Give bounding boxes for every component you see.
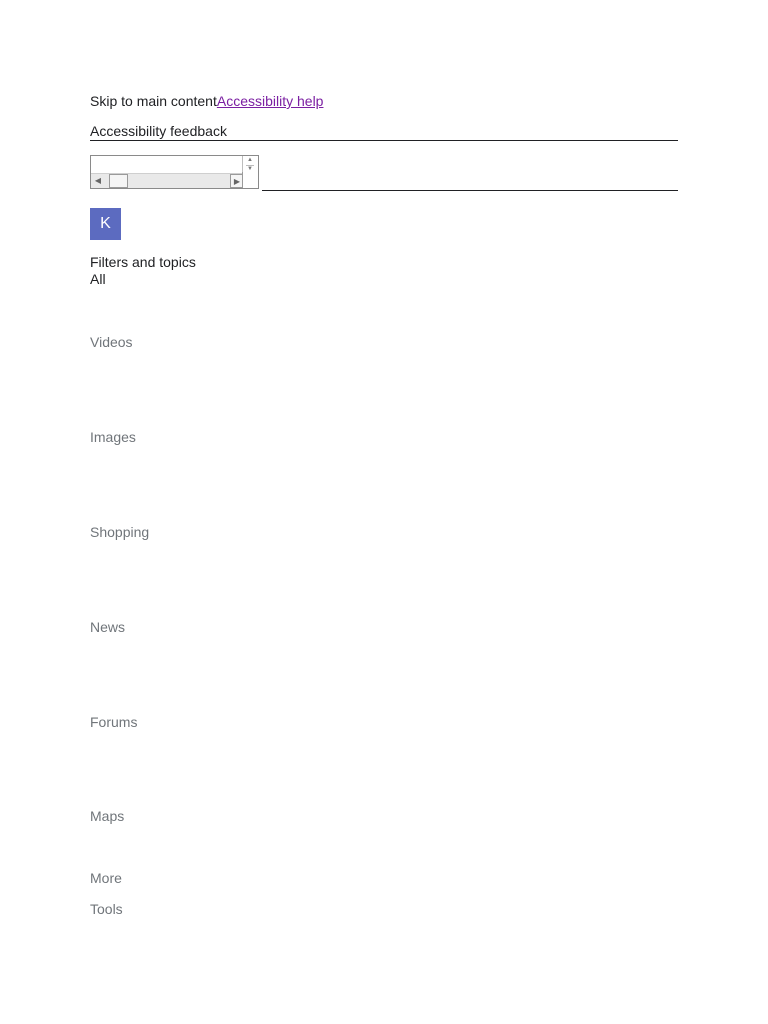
avatar-letter: K: [100, 215, 111, 232]
filter-videos[interactable]: Videos: [90, 334, 133, 351]
filter-all-current: All: [90, 271, 106, 287]
search-textarea[interactable]: ▲ ▼ ◀ ▶: [90, 155, 259, 189]
filter-shopping[interactable]: Shopping: [90, 524, 149, 541]
filter-forums[interactable]: Forums: [90, 714, 137, 731]
horizontal-scrollbar[interactable]: ◀ ▶: [91, 173, 244, 188]
resize-handle[interactable]: [242, 172, 258, 188]
filter-images[interactable]: Images: [90, 429, 136, 446]
scroll-up-arrow-icon[interactable]: ▲: [246, 157, 254, 163]
search-divider: [262, 190, 678, 191]
filters-heading: Filters and topics: [90, 254, 196, 270]
search-results-page: Skip to main contentAccessibility help A…: [0, 0, 768, 1024]
more-filters-button[interactable]: More: [90, 870, 122, 887]
search-bar: ▲ ▼ ◀ ▶: [90, 155, 678, 192]
accessibility-help-link[interactable]: Accessibility help: [217, 93, 324, 109]
filter-news[interactable]: News: [90, 619, 125, 636]
scroll-down-arrow-icon[interactable]: ▼: [246, 165, 254, 172]
skip-to-main-content-link[interactable]: Skip to main content: [90, 93, 217, 109]
filter-maps[interactable]: Maps: [90, 808, 124, 825]
tools-button[interactable]: Tools: [90, 901, 123, 918]
accessibility-feedback-link[interactable]: Accessibility feedback: [90, 123, 227, 139]
horizontal-scroll-thumb[interactable]: [109, 174, 128, 188]
scroll-left-arrow-icon[interactable]: ◀: [91, 174, 105, 188]
accessibility-feedback-row: Accessibility feedback: [90, 123, 678, 141]
skip-links: Skip to main contentAccessibility help: [90, 92, 323, 110]
account-avatar[interactable]: K: [90, 208, 121, 240]
